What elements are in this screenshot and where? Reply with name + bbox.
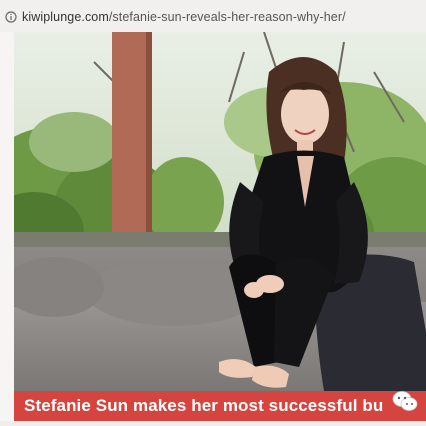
browser-address-bar[interactable]: kiwiplunge.com/stefanie-sun-reveals-her-… bbox=[0, 0, 426, 32]
url-row[interactable]: kiwiplunge.com/stefanie-sun-reveals-her-… bbox=[4, 8, 346, 26]
photo-illustration bbox=[14, 32, 426, 391]
window-frame-post-shadow bbox=[146, 32, 152, 240]
article-photo[interactable] bbox=[14, 32, 426, 391]
info-circle-icon[interactable] bbox=[4, 10, 18, 24]
headline-text[interactable]: Stefanie Sun makes her most successful b… bbox=[24, 396, 383, 416]
window-frame-post bbox=[112, 32, 146, 240]
url-domain: kiwiplunge.com bbox=[22, 10, 109, 24]
bottom-edge bbox=[0, 421, 426, 426]
wechat-logo-icon bbox=[392, 388, 418, 414]
screenshot-frame: kiwiplunge.com/stefanie-sun-reveals-her-… bbox=[0, 0, 426, 426]
headline-banner[interactable]: Stefanie Sun makes her most successful b… bbox=[14, 391, 426, 421]
url-path: /stefanie-sun-reveals-her-reason-why-her… bbox=[108, 10, 346, 24]
url-text[interactable]: kiwiplunge.com/stefanie-sun-reveals-her-… bbox=[22, 10, 346, 24]
